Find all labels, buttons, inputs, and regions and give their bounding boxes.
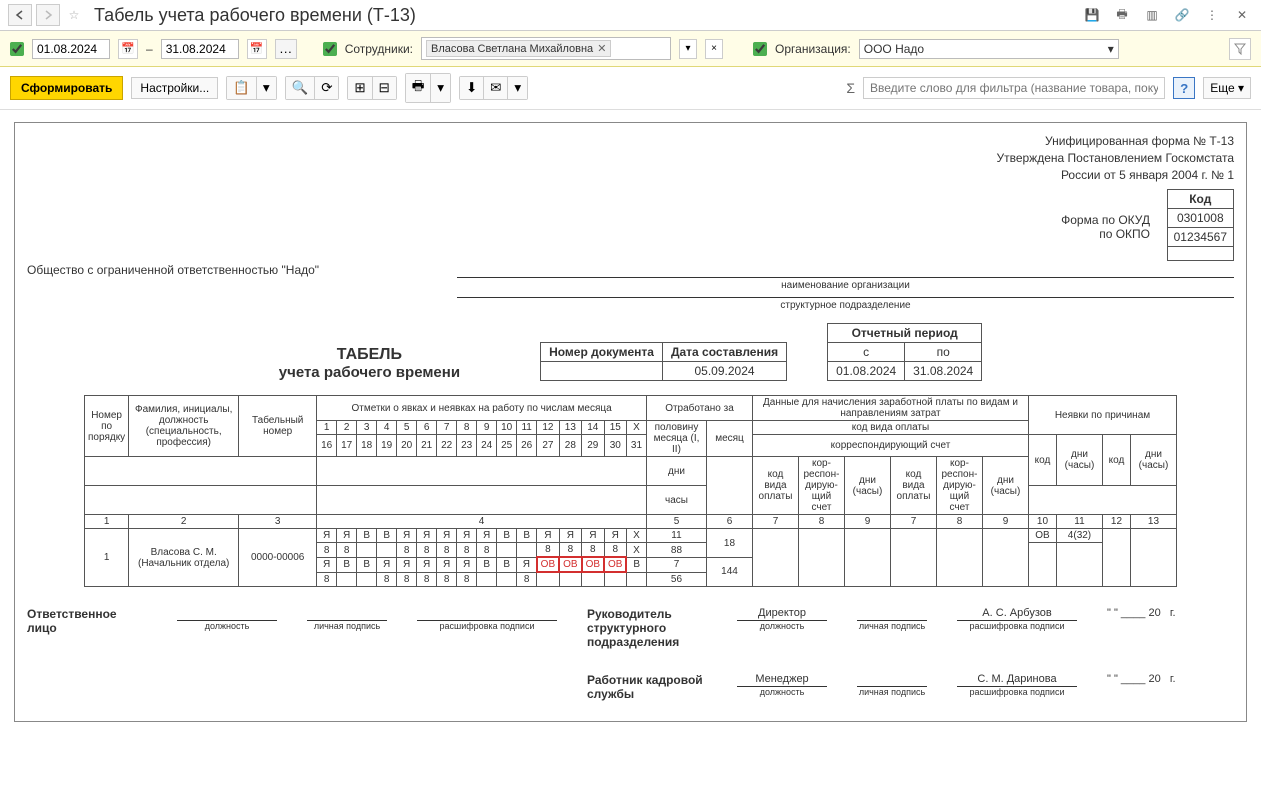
title-block: ТАБЕЛЬ учета рабочего времени — [279, 346, 460, 381]
employees-check[interactable] — [323, 42, 337, 56]
document: Унифицированная форма № Т-13 Утверждена … — [14, 122, 1247, 722]
forward-button[interactable] — [36, 4, 60, 26]
help-button[interactable]: ? — [1173, 77, 1195, 99]
more-button[interactable]: Еще ▾ — [1203, 77, 1251, 99]
copy-dropdown[interactable]: ▾ — [257, 77, 276, 99]
kebab-icon[interactable]: ⋮ — [1201, 4, 1223, 26]
doc-scroll[interactable]: Унифицированная форма № Т-13 Утверждена … — [0, 110, 1261, 793]
filter-icon[interactable] — [1229, 38, 1251, 60]
header-bar: ☆ Табель учета рабочего времени (Т-13) 💾… — [0, 0, 1261, 31]
chip-close-icon[interactable]: ✕ — [597, 42, 606, 55]
date-check[interactable] — [10, 42, 24, 56]
chevron-down-icon: ▾ — [1108, 42, 1114, 56]
generate-button[interactable]: Сформировать — [10, 76, 123, 100]
org-check[interactable] — [753, 42, 767, 56]
employees-clear-button[interactable]: × — [705, 39, 723, 59]
print-dropdown[interactable]: ▾ — [431, 74, 450, 102]
signature-block: Ответственное лицо должность личная подп… — [21, 587, 1240, 649]
header-actions: 💾 🖶 ▥ 🔗 ⋮ ✕ — [1081, 4, 1253, 26]
copy-button[interactable]: 📋 — [227, 77, 257, 99]
meta-tables: ТАБЕЛЬ учета рабочего времени Номер доку… — [21, 323, 1240, 381]
period-table: Отчетный период спо 01.08.202431.08.2024 — [827, 323, 982, 381]
employees-dropdown-button[interactable]: ▾ — [679, 39, 697, 59]
form-header: Унифицированная форма № Т-13 Утверждена … — [21, 133, 1240, 183]
filter-bar: 📅 – 📅 … Сотрудники: Власова Светлана Мих… — [0, 31, 1261, 67]
code-box: Код 0301008 01234567 — [1167, 189, 1234, 261]
email-dropdown[interactable]: ▾ — [508, 77, 527, 99]
employees-select[interactable]: Власова Светлана Михайловна ✕ — [421, 37, 671, 60]
timesheet-table: Номер по порядку Фамилия, инициалы, долж… — [84, 395, 1177, 587]
print-icon[interactable]: 🖶 — [1111, 4, 1133, 26]
sigma-icon[interactable]: Σ — [846, 80, 855, 96]
close-icon[interactable]: ✕ — [1231, 4, 1253, 26]
expand-button[interactable]: ⊞ — [348, 77, 372, 99]
date-from-input[interactable] — [32, 39, 110, 59]
date-to-input[interactable] — [161, 39, 239, 59]
back-button[interactable] — [8, 4, 32, 26]
refresh-button[interactable]: ⟳ — [315, 77, 338, 99]
dash: – — [146, 42, 153, 56]
search-input[interactable] — [863, 77, 1165, 99]
collapse-button[interactable]: ⊟ — [373, 77, 396, 99]
employees-label: Сотрудники: — [345, 42, 413, 56]
preview-icon[interactable]: ▥ — [1141, 4, 1163, 26]
calendar-to-icon[interactable]: 📅 — [247, 39, 267, 59]
employee-chip: Власова Светлана Михайловна ✕ — [426, 40, 611, 57]
toolbar: Сформировать Настройки... 📋 ▾ 🔍 ⟳ ⊞ ⊟ 🖶 … — [0, 67, 1261, 110]
zoom-in-button[interactable]: 🔍 — [286, 77, 316, 99]
save-icon[interactable]: 💾 — [1081, 4, 1103, 26]
calendar-from-icon[interactable]: 📅 — [118, 39, 138, 59]
print-button[interactable]: 🖶 — [406, 74, 432, 102]
link-icon[interactable]: 🔗 — [1171, 4, 1193, 26]
date-more-button[interactable]: … — [275, 39, 297, 59]
org-row: Общество с ограниченной ответственностью… — [21, 261, 1240, 277]
settings-button[interactable]: Настройки... — [131, 77, 218, 99]
star-icon[interactable]: ☆ — [64, 5, 84, 25]
okud-label: Форма по ОКУД по ОКПО — [21, 213, 1240, 241]
org-label: Организация: — [775, 42, 851, 56]
page-title: Табель учета рабочего времени (Т-13) — [94, 5, 1077, 26]
org-select[interactable]: ООО Надо ▾ — [859, 39, 1119, 59]
docnum-table: Номер документаДата составления 05.09.20… — [540, 342, 787, 381]
signature-block-2: Работник кадровой службы Менеджердолжнос… — [21, 649, 1240, 701]
email-button[interactable]: ✉ — [484, 77, 508, 99]
export-button[interactable]: ⬇ — [460, 77, 484, 99]
